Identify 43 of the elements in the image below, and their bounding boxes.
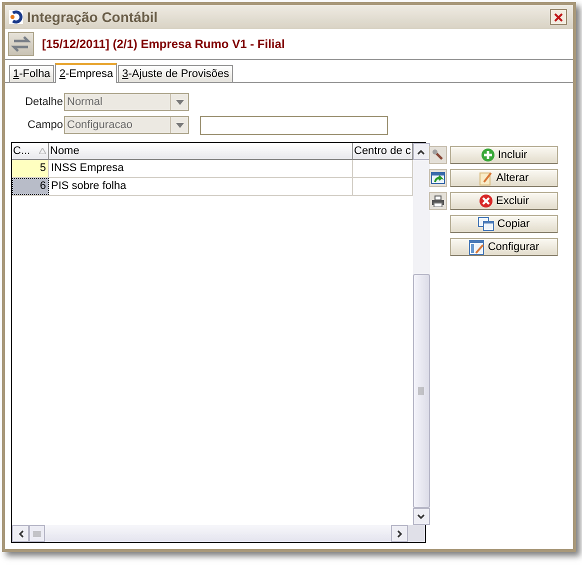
caret-icon: [176, 122, 184, 128]
plus-icon: [480, 148, 495, 162]
input-field[interactable]: [200, 116, 388, 134]
action-button[interactable]: Incluir: [450, 146, 558, 164]
scroll-up-icon[interactable]: [417, 148, 426, 154]
close-button[interactable]: [550, 9, 567, 25]
caret-icon: [176, 100, 184, 104]
window-title: Integração Contábil: [27, 8, 158, 27]
horizontal-scrollbar[interactable]: [12, 525, 408, 542]
tab[interactable]: 2-Empresa: [55, 63, 118, 83]
notepad-pencil-icon: [479, 170, 494, 186]
field-label: Campo: [26, 118, 64, 133]
field-label: Detalhe: [24, 94, 64, 110]
scroll-down-icon[interactable]: [417, 514, 426, 520]
print-button[interactable]: [429, 192, 447, 210]
table-cell: PIS sobre folha: [49, 178, 353, 195]
action-button[interactable]: Excluir: [450, 192, 558, 210]
action-button[interactable]: Alterar: [450, 169, 558, 187]
swap-button[interactable]: [8, 32, 34, 56]
scroll-right-icon[interactable]: [396, 530, 402, 538]
action-button[interactable]: Configurar: [450, 238, 558, 256]
tab[interactable]: 1-Folha: [9, 65, 54, 82]
header-title: [15/12/2011] (2/1) Empresa Rumo V1 - Filial: [42, 36, 285, 53]
table-cell: 6: [12, 178, 49, 195]
delete-icon: [478, 194, 493, 208]
vertical-scrollbar[interactable]: [412, 143, 430, 525]
table-cell: 5: [12, 160, 49, 177]
window-pencil-icon: [468, 240, 485, 254]
windows-icon: [478, 217, 494, 231]
export-button[interactable]: [429, 169, 447, 187]
app-logo-icon: [9, 10, 23, 24]
column-header[interactable]: C...: [12, 143, 49, 159]
tool-button[interactable]: [429, 146, 447, 164]
tab[interactable]: 3-Ajuste de Provisões: [118, 65, 234, 82]
scroll-thumb[interactable]: [412, 274, 430, 508]
scrollbar-corner: [408, 525, 425, 542]
column-header[interactable]: Nome: [49, 143, 353, 159]
action-button[interactable]: Copiar: [450, 215, 558, 233]
table-cell: INSS Empresa: [49, 160, 353, 177]
close-icon: [554, 12, 563, 22]
scroll-thumb[interactable]: [29, 525, 45, 542]
printer-icon: [431, 195, 445, 207]
scroll-left-icon[interactable]: [18, 530, 24, 538]
